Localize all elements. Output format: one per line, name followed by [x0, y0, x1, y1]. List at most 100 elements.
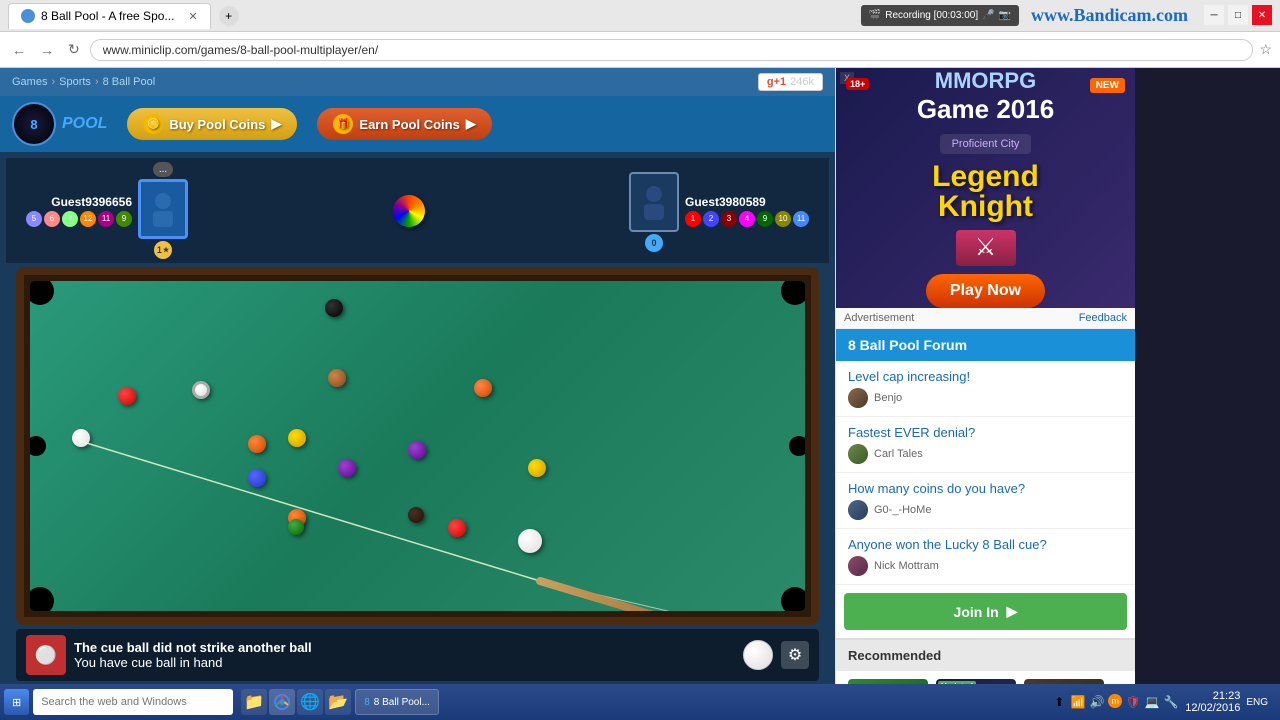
title-bar: 8 Ball Pool - A free Spo... ✕ + 🎬 Record…: [0, 0, 1280, 32]
ad-character: ⚔: [956, 230, 1016, 266]
breadcrumb-8ball[interactable]: 8 Ball Pool: [103, 76, 156, 88]
message-bar: ⚪ The cue ball did not strike another ba…: [16, 629, 819, 681]
taskbar-tray: ⬆ 📶 🔊 m 🛡 💻 🔧 21:23 12/02/2016 ENG: [1043, 690, 1276, 714]
forum-section: 8 Ball Pool Forum Level cap increasing! …: [836, 329, 1135, 639]
forum-username-1: Benjo: [874, 392, 902, 404]
vs-ball-multi: [393, 195, 425, 227]
address-bar: ← → ↻ ☆: [0, 32, 1280, 68]
forum-header: 8 Ball Pool Forum: [836, 329, 1135, 361]
join-in-button[interactable]: Join In ▶: [844, 593, 1127, 630]
player1-chat: ...: [153, 162, 173, 177]
user-avatar-nick: [848, 556, 868, 576]
game-arena: Guest9396656 5 6 7 12 11 9 ...: [0, 152, 835, 691]
player2-info: 0 Guest3980589 1 2 3 4 9 10 11: [629, 170, 809, 252]
forum-topic-2[interactable]: Fastest EVER denial?: [848, 425, 1123, 440]
taskbar-icons: 📁 🌐 📂: [241, 689, 351, 715]
browser-tab[interactable]: 8 Ball Pool - A free Spo... ✕: [8, 3, 211, 29]
tray-icons: ⬆ 📶 🔊 m 🛡 💻 🔧: [1051, 694, 1179, 710]
forum-topic-1[interactable]: Level cap increasing!: [848, 369, 1123, 384]
join-in-label: Join In: [954, 604, 999, 620]
breadcrumb-sports[interactable]: Sports: [59, 76, 91, 88]
breadcrumb-games[interactable]: Games: [12, 76, 47, 88]
tray-apps-icon[interactable]: ⬆: [1051, 694, 1067, 710]
taskbar-ie-icon[interactable]: 🌐: [297, 689, 323, 715]
ad-image: X 18+ NEW MMORPG Game 2016 Proficient Ci…: [836, 68, 1135, 308]
cue-ball-preview: [743, 640, 773, 670]
forum-title: 8 Ball Pool Forum: [848, 337, 967, 353]
tab-favicon: [21, 9, 35, 23]
forum-user-1: Benjo: [848, 388, 1123, 408]
buy-coins-icon: 🪙: [143, 114, 163, 134]
recording-icons: 🎬: [869, 10, 881, 21]
earn-coins-icon: 🎁: [333, 114, 353, 134]
pool-table[interactable]: [30, 281, 805, 611]
earn-coins-button[interactable]: 🎁 Earn Pool Coins ▶: [317, 108, 491, 140]
ad-game-2016: Game 2016: [917, 94, 1054, 124]
message-avatar: ⚪: [26, 635, 66, 675]
window-controls: 🎬 Recording [00:03:00] 🎤📷 www.Bandicam.c…: [861, 5, 1272, 26]
feedback-link[interactable]: Feedback: [1079, 312, 1127, 324]
settings-button[interactable]: ⚙: [781, 641, 809, 669]
breadcrumb-bar: Games › Sports › 8 Ball Pool g+1 246k: [0, 68, 835, 96]
taskbar-folder-icon[interactable]: 📂: [325, 689, 351, 715]
new-tab-button[interactable]: +: [219, 6, 239, 26]
player1-info: Guest9396656 5 6 7 12 11 9 ...: [26, 162, 188, 259]
ball-stripe-red: [474, 379, 492, 397]
taskbar: ⊞ 📁 🌐 📂 8 8 Ball Pool... ⬆ 📶 🔊 m 🛡 💻: [0, 684, 1280, 720]
player2-name: Guest3980589: [685, 195, 766, 209]
forum-item-3: How many coins do you have? G0-_-HoMe: [836, 473, 1135, 529]
sidebar: X 18+ NEW MMORPG Game 2016 Proficient Ci…: [835, 68, 1135, 720]
buy-coins-button[interactable]: 🪙 Buy Pool Coins ▶: [127, 108, 297, 140]
recording-timer: Recording [00:03:00]: [885, 10, 978, 21]
maximize-button[interactable]: □: [1228, 5, 1248, 25]
tray-volume-icon[interactable]: 🔊: [1089, 694, 1105, 710]
clock-date: 12/02/2016: [1185, 702, 1240, 714]
tray-antivirus-icon[interactable]: 🛡: [1125, 694, 1141, 710]
refresh-button[interactable]: ↻: [64, 39, 84, 60]
forum-topic-4[interactable]: Anyone won the Lucky 8 Ball cue?: [848, 537, 1123, 552]
cue-ball-inhand: [518, 529, 542, 553]
earn-coins-label: Earn Pool Coins: [359, 117, 459, 132]
forum-item-2: Fastest EVER denial? Carl Tales: [836, 417, 1135, 473]
windows-start-button[interactable]: ⊞: [4, 689, 29, 715]
forum-topic-3[interactable]: How many coins do you have?: [848, 481, 1123, 496]
ball-blue-1: [248, 469, 266, 487]
tray-extra1-icon[interactable]: 💻: [1144, 694, 1160, 710]
forum-item-4: Anyone won the Lucky 8 Ball cue? Nick Mo…: [836, 529, 1135, 585]
forum-user-2: Carl Tales: [848, 444, 1123, 464]
system-clock[interactable]: 21:23 12/02/2016: [1185, 690, 1240, 714]
bookmark-star-icon[interactable]: ☆: [1259, 41, 1272, 58]
taskbar-chrome-icon[interactable]: [269, 689, 295, 715]
taskbar-search-input[interactable]: [33, 689, 233, 715]
ball-red-1: [118, 387, 136, 405]
taskbar-active-app[interactable]: 8 8 Ball Pool...: [355, 689, 439, 715]
forum-item-1: Level cap increasing! Benjo: [836, 361, 1135, 417]
forum-username-3: G0-_-HoMe: [874, 504, 931, 516]
back-button[interactable]: ←: [8, 40, 30, 60]
tray-network-icon[interactable]: 📶: [1070, 694, 1086, 710]
advertisement-label: Advertisement: [844, 312, 914, 324]
play-now-button[interactable]: Play Now: [926, 274, 1045, 308]
content-area: Games › Sports › 8 Ball Pool g+1 246k 8 …: [0, 68, 1280, 720]
ball-multi-1: [328, 369, 346, 387]
ball-gold-1: [528, 459, 546, 477]
ball-red-2: [448, 519, 466, 537]
tab-close-button[interactable]: ✕: [188, 10, 197, 23]
vs-area: [393, 195, 425, 227]
google-plus-button[interactable]: g+1 246k: [758, 73, 823, 91]
forward-button[interactable]: →: [36, 40, 58, 60]
tray-miniclip-icon[interactable]: m: [1108, 694, 1122, 708]
logo-circle: 8: [12, 102, 56, 146]
ad-tagline: Proficient City: [940, 134, 1032, 154]
tray-extra2-icon[interactable]: 🔧: [1163, 694, 1179, 710]
close-button[interactable]: ✕: [1252, 5, 1272, 25]
url-input[interactable]: [90, 39, 1254, 61]
pool-table-container[interactable]: [16, 267, 819, 625]
taskbar-file-explorer-icon[interactable]: 📁: [241, 689, 267, 715]
minimize-button[interactable]: ─: [1204, 5, 1224, 25]
players-bar: Guest9396656 5 6 7 12 11 9 ...: [6, 158, 829, 263]
message-text: The cue ball did not strike another ball…: [74, 640, 735, 670]
ball-purple-2: [408, 441, 426, 459]
ball-dark-1: [408, 507, 424, 523]
ball-green-1: [288, 519, 304, 535]
